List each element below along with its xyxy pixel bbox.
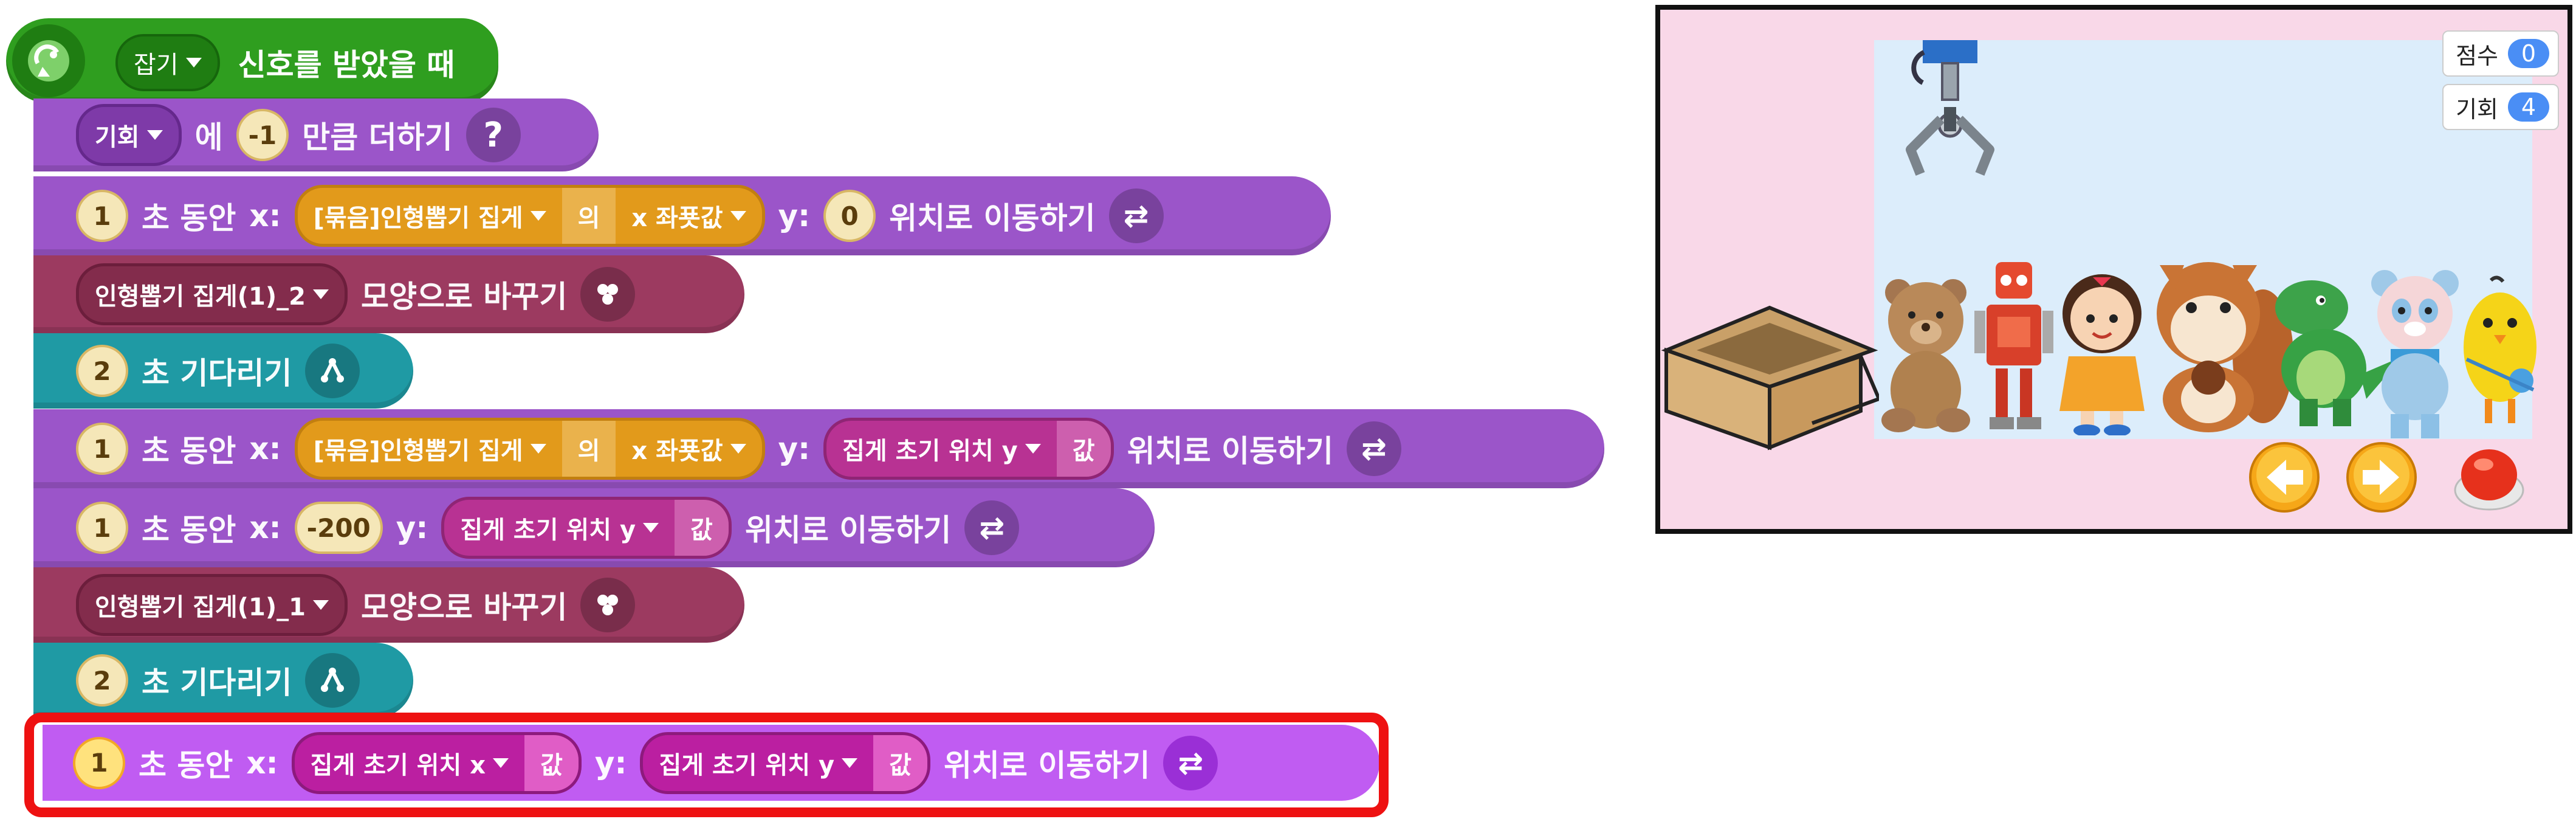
block-text: 초 동안 <box>142 201 236 236</box>
block-text: 위치로 이동하기 <box>889 201 1096 236</box>
x-label: x: <box>249 431 281 466</box>
doll-toy <box>2059 274 2145 435</box>
looks-icon <box>580 267 636 322</box>
object-property-reporter[interactable]: [묶음]인형뽑기 집게 의 x 좌푯값 <box>294 185 765 247</box>
highlight-box <box>24 713 1389 817</box>
x-label: x: <box>249 198 281 233</box>
x-input[interactable]: -200 <box>294 502 383 554</box>
y-input[interactable]: 0 <box>823 190 876 242</box>
glide-block[interactable]: 1 초 동안 x: [묶음]인형뽑기 집게 의 x 좌푯값 y: 0 위치로 이… <box>33 176 1331 255</box>
chevron-down-icon <box>1025 444 1041 454</box>
cardboard-box <box>1661 305 1879 451</box>
swap-arrows-icon: ⇄ <box>1108 188 1164 243</box>
object-property-reporter[interactable]: [묶음]인형뽑기 집게 의 x 좌푯값 <box>294 418 765 480</box>
block-text: 위치로 이동하기 <box>744 513 952 548</box>
change-costume-block[interactable]: 인형뽑기 집게(1)_1 모양으로 바꾸기 <box>33 567 744 643</box>
block-script-area: 잡기 신호를 받았을 때 기회 에 -1 만큼 더하기 ? 1 초 동안 x: … <box>0 0 1641 833</box>
chances-value: 4 <box>2508 92 2549 122</box>
variable-reporter[interactable]: 집게 초기 위치 y 값 <box>823 418 1114 480</box>
block-text: 모양으로 바꾸기 <box>360 279 568 314</box>
swap-arrows-icon: ⇄ <box>1347 421 1401 476</box>
x-label: x: <box>249 510 281 545</box>
block-text: 초 기다리기 <box>142 665 292 700</box>
of-label: 의 <box>562 188 616 244</box>
chances-label: 기회 <box>2456 95 2498 123</box>
y-label: y: <box>778 198 811 233</box>
seconds-input[interactable]: 2 <box>76 654 128 707</box>
costume-dropdown-label: 인형뽑기 집게(1)_2 <box>95 283 306 311</box>
costume-dropdown[interactable]: 인형뽑기 집게(1)_2 <box>76 263 348 325</box>
chevron-down-icon <box>730 211 746 221</box>
object-dropdown-label: [묶음]인형뽑기 집게 <box>313 204 523 232</box>
glide-block[interactable]: 1 초 동안 x: -200 y: 집게 초기 위치 y 값 위치로 이동하기 … <box>33 488 1155 567</box>
swap-arrows-icon: ⇄ <box>964 500 1020 555</box>
seconds-input[interactable]: 1 <box>76 502 128 554</box>
glide-block[interactable]: 1 초 동안 x: [묶음]인형뽑기 집게 의 x 좌푯값 y: 집게 초기 위… <box>33 409 1604 488</box>
stage: 점수 0 기회 4 <box>1655 5 2572 534</box>
signal-dropdown[interactable]: 잡기 <box>115 34 220 91</box>
hat-block[interactable]: 잡기 신호를 받았을 때 <box>6 18 498 103</box>
right-arrow-icon[interactable] <box>2346 441 2417 513</box>
variable-dropdown-label: 집게 초기 위치 y <box>460 516 636 544</box>
block-text: 위치로 이동하기 <box>1127 434 1333 469</box>
panda-toy <box>2371 270 2459 438</box>
question-icon: ? <box>465 108 521 162</box>
left-arrow-icon[interactable] <box>2248 441 2320 513</box>
score-value: 0 <box>2508 39 2549 68</box>
flow-icon <box>305 653 360 708</box>
chevron-down-icon <box>185 58 202 67</box>
score-label: 점수 <box>2456 42 2498 69</box>
property-dropdown-label: x 좌푯값 <box>631 204 723 232</box>
property-dropdown-label: x 좌푯값 <box>631 437 723 465</box>
costume-dropdown-label: 인형뽑기 집게(1)_1 <box>95 593 306 621</box>
variable-dropdown-label: 집게 초기 위치 y <box>842 437 1018 465</box>
chevron-down-icon <box>530 444 546 454</box>
chances-counter: 기회 4 <box>2442 84 2559 130</box>
of-label: 의 <box>562 421 616 477</box>
seconds-input[interactable]: 2 <box>76 345 128 397</box>
chevron-down-icon <box>643 523 659 533</box>
seconds-input[interactable]: 1 <box>76 423 128 475</box>
change-costume-block[interactable]: 인형뽑기 집게(1)_2 모양으로 바꾸기 <box>33 255 744 333</box>
amount-input[interactable]: -1 <box>236 109 289 161</box>
costume-dropdown[interactable]: 인형뽑기 집게(1)_1 <box>76 574 348 636</box>
chevron-down-icon <box>530 211 546 221</box>
variable-dropdown[interactable]: 기회 <box>76 104 182 166</box>
looks-icon <box>580 578 636 632</box>
block-text: 만큼 더하기 <box>302 120 453 155</box>
value-label: 값 <box>1056 421 1111 477</box>
claw-icon[interactable] <box>1886 40 2008 180</box>
change-variable-block[interactable]: 기회 에 -1 만큼 더하기 ? <box>33 99 599 171</box>
flow-icon <box>305 344 360 398</box>
block-text: 에 <box>194 120 223 155</box>
hat-label: 신호를 받았을 때 <box>238 47 455 83</box>
stop-icon[interactable] <box>2453 441 2525 513</box>
wait-block[interactable]: 2 초 기다리기 <box>33 333 413 409</box>
wait-block[interactable]: 2 초 기다리기 <box>33 643 413 718</box>
signal-dropdown-label: 잡기 <box>134 51 179 79</box>
block-text: 초 동안 <box>142 434 236 469</box>
variable-dropdown-label: 기회 <box>95 123 140 151</box>
stage-play-area <box>1874 40 2537 439</box>
block-text: 초 기다리기 <box>142 356 292 391</box>
chevron-down-icon <box>312 289 329 299</box>
value-label: 값 <box>675 500 729 556</box>
variable-reporter[interactable]: 집게 초기 위치 y 값 <box>441 497 732 559</box>
y-label: y: <box>778 431 811 466</box>
robot-toy <box>1974 262 2053 429</box>
chevron-down-icon <box>312 600 329 610</box>
chick-toy <box>2464 275 2537 423</box>
score-counter: 점수 0 <box>2442 30 2559 77</box>
chevron-down-icon <box>146 130 163 140</box>
teddy-bear <box>1881 279 1970 432</box>
seconds-input[interactable]: 1 <box>76 190 128 242</box>
y-label: y: <box>396 510 428 545</box>
chevron-down-icon <box>730 444 746 454</box>
block-text: 모양으로 바꾸기 <box>360 590 568 625</box>
block-text: 초 동안 <box>142 513 236 548</box>
object-dropdown-label: [묶음]인형뽑기 집게 <box>313 437 523 465</box>
antenna-icon <box>12 24 85 97</box>
